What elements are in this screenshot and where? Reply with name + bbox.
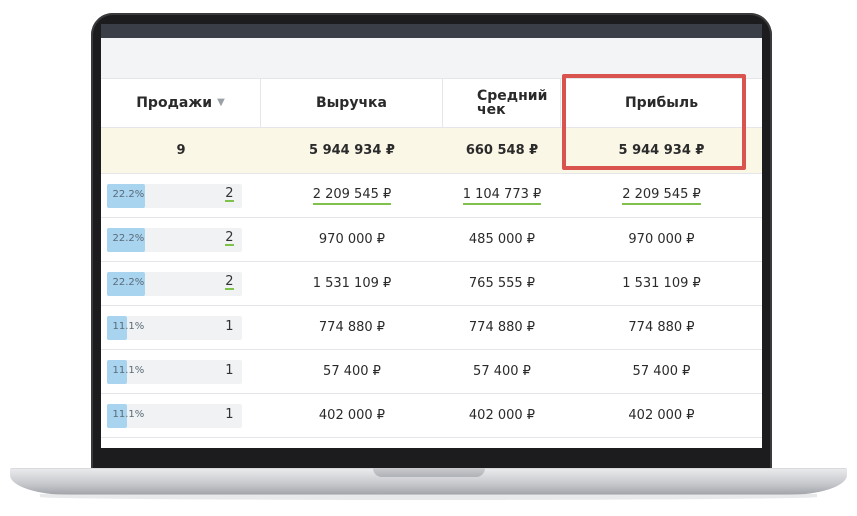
row-sales: 11.1% 1 — [101, 350, 261, 393]
row-avg-check: 774 880 ₽ — [443, 306, 561, 349]
row-sales: 22.2% 2 — [101, 218, 261, 261]
sales-count[interactable]: 2 — [225, 275, 234, 290]
header-avg-check-line2: чек — [477, 101, 506, 118]
sales-share-bar: 22.2% 2 — [106, 271, 242, 296]
row-profit: 1 531 109 ₽ — [561, 262, 762, 305]
row-avg-check: 485 000 ₽ — [443, 218, 561, 261]
laptop-notch — [373, 468, 485, 477]
sales-share-pct: 11.1% — [112, 408, 145, 420]
header-sales-label: Продажи — [136, 94, 213, 111]
sales-share-bar: 11.1% 1 — [106, 315, 242, 340]
row-revenue: 2 209 545 ₽ — [261, 174, 443, 217]
row-profit: 402 000 ₽ — [561, 394, 762, 437]
row-avg-check: 1 104 773 ₽ — [443, 174, 561, 217]
header-sales[interactable]: Продажи ▼ — [101, 78, 261, 127]
header-revenue-label: Выручка — [315, 94, 388, 111]
revenue-value: 970 000 ₽ — [318, 232, 386, 247]
avg-check-value: 485 000 ₽ — [468, 232, 536, 247]
row-revenue: 402 000 ₽ — [261, 394, 443, 437]
sales-share-bar: 11.1% 1 — [106, 403, 242, 428]
revenue-value: 1 531 109 ₽ — [312, 276, 392, 291]
avg-check-value: 765 555 ₽ — [468, 276, 536, 291]
profit-value: 402 000 ₽ — [628, 408, 695, 423]
toolbar-area — [101, 38, 762, 79]
table-row: 22.2% 2 1 531 109 ₽ 765 555 ₽ 1 531 109 … — [101, 262, 762, 306]
revenue-value: 402 000 ₽ — [318, 408, 386, 423]
profit-value: 774 880 ₽ — [628, 320, 695, 335]
sales-share-pct: 22.2% — [112, 276, 145, 288]
row-profit: 970 000 ₽ — [561, 218, 762, 261]
sales-count[interactable]: 2 — [225, 231, 234, 246]
row-profit: 2 209 545 ₽ — [561, 174, 762, 217]
row-avg-check: 57 400 ₽ — [443, 350, 561, 393]
sales-count: 1 — [225, 362, 234, 378]
avg-check-value: 774 880 ₽ — [468, 320, 536, 335]
profit-highlight-box — [562, 74, 746, 170]
profit-value[interactable]: 2 209 545 ₽ — [622, 187, 701, 205]
sort-down-icon[interactable]: ▼ — [217, 97, 225, 108]
sales-count[interactable]: 2 — [225, 187, 234, 202]
sales-share-bar: 22.2% 2 — [106, 227, 242, 252]
revenue-value: 57 400 ₽ — [323, 364, 381, 379]
revenue-value: 774 880 ₽ — [318, 320, 386, 335]
revenue-value[interactable]: 2 209 545 ₽ — [312, 187, 392, 205]
sales-count: 1 — [225, 406, 234, 422]
sales-share-pct: 22.2% — [112, 232, 145, 244]
row-revenue: 774 880 ₽ — [261, 306, 443, 349]
total-avg-check: 660 548 ₽ — [465, 143, 539, 158]
table-row: 22.2% 2 2 209 545 ₽ 1 104 773 ₽ 2 209 54… — [101, 174, 762, 218]
avg-check-value[interactable]: 1 104 773 ₽ — [462, 187, 542, 205]
row-sales: 22.2% 2 — [101, 262, 261, 305]
sales-share-pct: 11.1% — [112, 364, 145, 376]
total-revenue: 5 944 934 ₽ — [309, 143, 395, 158]
profit-value: 57 400 ₽ — [632, 364, 691, 379]
sales-share-pct: 11.1% — [112, 320, 145, 332]
row-revenue: 970 000 ₽ — [261, 218, 443, 261]
row-revenue: 57 400 ₽ — [261, 350, 443, 393]
header-revenue[interactable]: Выручка — [261, 78, 443, 127]
table-row: 11.1% 1 57 400 ₽ 57 400 ₽ 57 400 ₽ — [101, 350, 762, 394]
row-profit: 774 880 ₽ — [561, 306, 762, 349]
header-avg-check-label: Средний чек — [477, 89, 547, 117]
laptop-shadow — [40, 494, 817, 500]
total-sales: 9 — [176, 143, 186, 158]
row-revenue: 1 531 109 ₽ — [261, 262, 443, 305]
sales-share-pct: 22.2% — [112, 188, 145, 200]
row-avg-check: 765 555 ₽ — [443, 262, 561, 305]
top-bar — [101, 24, 762, 38]
profit-value: 1 531 109 ₽ — [622, 276, 701, 291]
row-avg-check: 402 000 ₽ — [443, 394, 561, 437]
row-sales: 11.1% 1 — [101, 306, 261, 349]
table-row: 11.1% 1 402 000 ₽ 402 000 ₽ 402 000 ₽ — [101, 394, 762, 438]
sales-count: 1 — [225, 318, 234, 334]
sales-share-bar: 22.2% 2 — [106, 183, 242, 208]
sales-share-bar: 11.1% 1 — [106, 359, 242, 384]
header-avg-check[interactable]: Средний чек — [443, 78, 561, 127]
profit-value: 970 000 ₽ — [628, 232, 695, 247]
row-sales: 11.1% 1 — [101, 394, 261, 437]
row-profit: 57 400 ₽ — [561, 350, 762, 393]
table-row: 11.1% 1 774 880 ₽ 774 880 ₽ 774 880 ₽ — [101, 306, 762, 350]
row-sales: 22.2% 2 — [101, 174, 261, 217]
table-row: 22.2% 2 970 000 ₽ 485 000 ₽ 970 000 ₽ — [101, 218, 762, 262]
avg-check-value: 57 400 ₽ — [473, 364, 531, 379]
avg-check-value: 402 000 ₽ — [468, 408, 536, 423]
